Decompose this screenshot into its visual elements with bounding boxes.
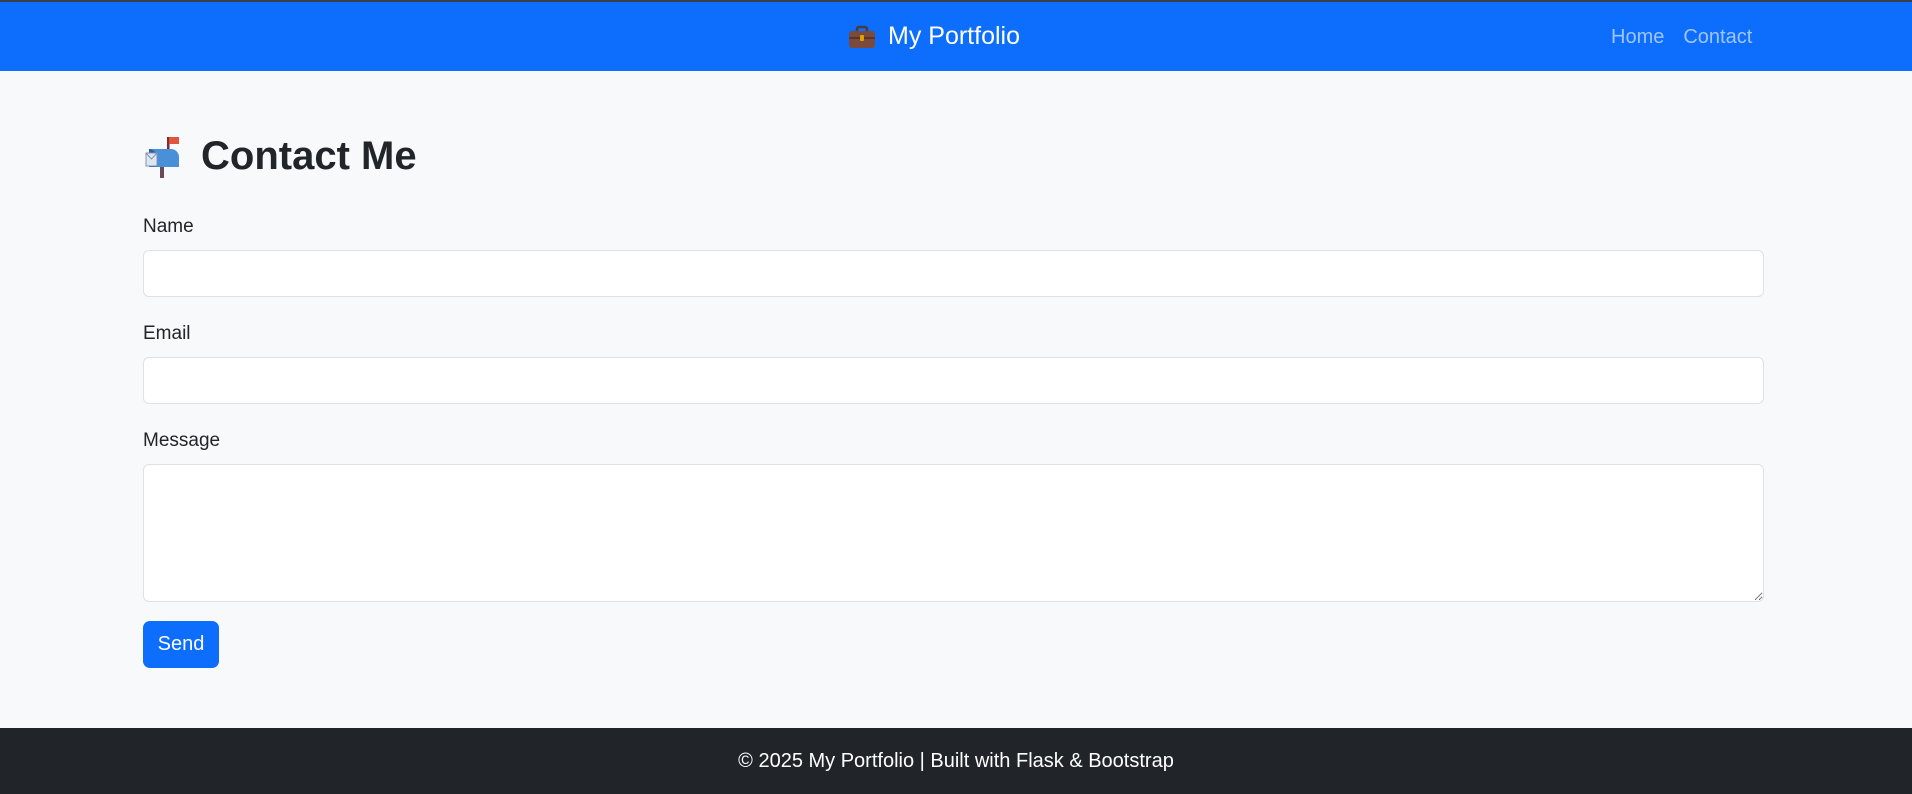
message-textarea[interactable]: [143, 464, 1764, 602]
footer: © 2025 My Portfolio | Built with Flask &…: [0, 728, 1912, 794]
brand-label: My Portfolio: [888, 22, 1020, 50]
page-title-text: Contact Me: [201, 134, 417, 178]
footer-text: © 2025 My Portfolio | Built with Flask &…: [738, 749, 1174, 772]
nav-link-contact[interactable]: Contact: [1683, 26, 1752, 49]
navbar: My Portfolio Home Contact: [0, 2, 1912, 71]
page-title: Contact Me: [143, 134, 417, 179]
email-label: Email: [143, 323, 191, 344]
message-label: Message: [143, 430, 221, 451]
briefcase-icon: [848, 25, 876, 49]
navbar-brand[interactable]: My Portfolio: [848, 22, 1020, 51]
name-label: Name: [143, 216, 194, 237]
nav-link-home[interactable]: Home: [1611, 26, 1664, 49]
email-input[interactable]: [143, 357, 1764, 404]
send-button[interactable]: Send: [143, 621, 219, 668]
mailbox-icon: [143, 135, 183, 179]
name-input[interactable]: [143, 250, 1764, 297]
nav-links: Home Contact: [1611, 26, 1771, 49]
